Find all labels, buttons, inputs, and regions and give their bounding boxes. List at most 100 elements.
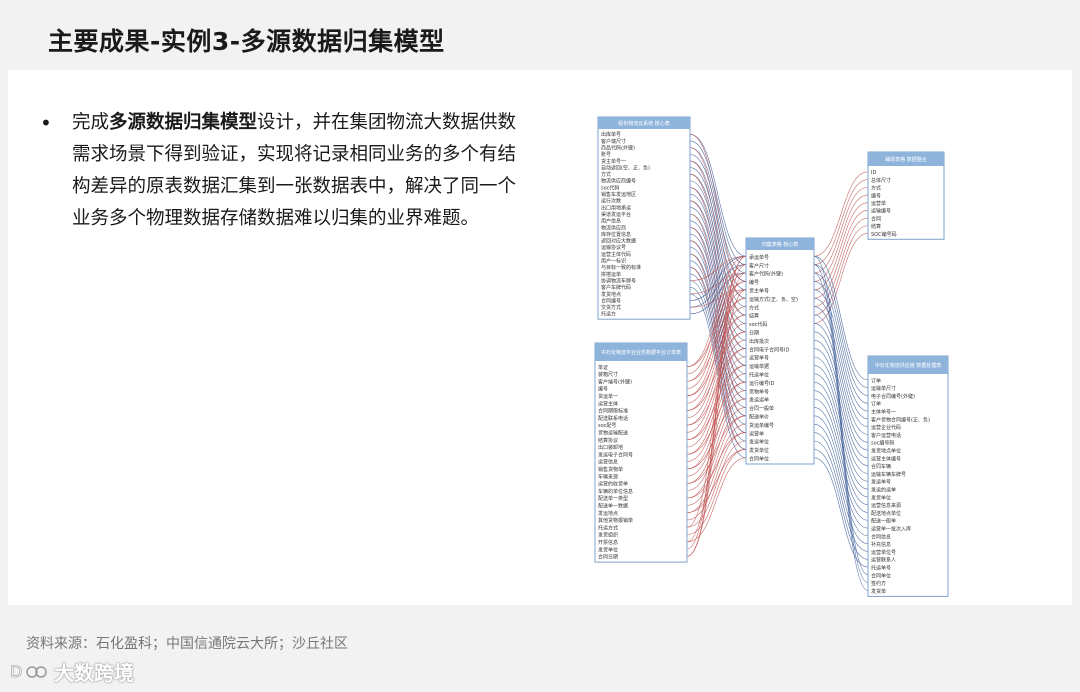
table-bottom-right: 中石化物流供应链 数据处理表订单运输单尺寸电子合同编号(外键)订单主体单号一客户… <box>867 355 949 597</box>
table-field: 运营主体 <box>598 400 618 407</box>
table-field: 运输编号 <box>871 208 891 215</box>
relationship-link <box>813 217 869 307</box>
table-field: 发运电子合同号 <box>598 451 633 458</box>
table-top-right: 辅助表格 数据整合 ID总体尺寸方式编号运营单运输编号合同结算SOC编号码 <box>867 151 945 240</box>
table-field: ID <box>871 170 876 176</box>
relationship-link <box>813 432 869 544</box>
table-field: 出库批次 <box>749 338 769 345</box>
table-field: 装箱尺寸 <box>598 371 618 378</box>
table-field: 发货单位 <box>871 494 891 501</box>
relationship-link <box>686 440 747 528</box>
table-top-left: 股份物流云系统 核心表出库单号客户端尺寸商品代码(外键)账号货主单号一自动返回(… <box>597 116 691 320</box>
table-field: 物流供应商编号 <box>601 178 636 185</box>
relationship-link <box>813 440 869 552</box>
table-field: 货运单一 <box>598 393 618 400</box>
table-field: 协调物流车牌号 <box>601 277 636 284</box>
table-field: 货物运输配送 <box>598 430 628 437</box>
table-field: 客户代码(外键) <box>749 271 783 278</box>
table-field: 拼搭运单 <box>601 271 621 278</box>
relationship-link <box>813 171 869 257</box>
table-field: 方式 <box>749 304 759 311</box>
table-field: 合同编号 <box>601 297 621 304</box>
table-field: 运输车辆车牌号 <box>871 471 906 478</box>
table-field: 物流供应商 <box>601 224 626 231</box>
table-field: 合同 <box>871 215 881 222</box>
table-field: 货运单编号 <box>749 422 774 429</box>
table-field: 合同车辆 <box>871 463 891 470</box>
table-field: 发运运单 <box>749 397 769 404</box>
table-field: 运营主体编号 <box>871 455 901 462</box>
table-field: 运营单号 <box>749 355 769 362</box>
data-model-diagram: 股份物流云系统 核心表出库单号客户端尺寸商品代码(外键)账号货主单号一自动返回(… <box>594 116 949 597</box>
table-field: 货主单号一 <box>601 158 626 165</box>
table-field: 配送单一数据 <box>598 503 628 510</box>
table-field: 运输方式(正、负、空) <box>749 296 798 303</box>
table-field: soc编号码 <box>871 440 894 447</box>
table-field: 编号 <box>749 279 759 286</box>
table-field: 总体尺寸 <box>871 177 891 184</box>
table-field: 主体单号一 <box>871 409 896 416</box>
table-title: 归集表格 核心表 <box>762 241 799 248</box>
table-field: 配送单一类型 <box>598 495 628 502</box>
relationship-link <box>813 202 869 291</box>
table-title: 中石化物流平台业务数据平台订单表 <box>601 349 681 356</box>
table-field: 运营单 <box>871 200 886 207</box>
table-field: 结算 <box>871 223 881 230</box>
table-field: 发运地点 <box>598 510 618 517</box>
relationship-link <box>813 423 869 537</box>
table-field: 单证 <box>598 364 608 371</box>
table-field: 车辆的单位信息 <box>598 488 633 495</box>
relationship-link <box>813 272 869 396</box>
table-field: 合同一般单 <box>749 405 774 412</box>
table-field: 客户运营电话 <box>871 432 901 439</box>
table-field: 电子合同编号(外键) <box>871 393 915 400</box>
table-field: 交货方式 <box>601 304 621 311</box>
table-field: 补充信息 <box>871 541 891 548</box>
source-note: 资料来源：石化盈科；中国信通院云大所；沙丘社区 <box>26 636 348 652</box>
table-field: 合同单位 <box>871 572 891 579</box>
table-field: 自动返回(空、正、负) <box>601 164 650 171</box>
relationship-link <box>813 255 869 576</box>
table-field: 编号 <box>598 386 608 393</box>
table-field: soc代码 <box>601 184 619 191</box>
table-field: 客户端尺寸 <box>601 138 626 145</box>
relationship-link <box>689 193 747 333</box>
table-field: 客户尺寸 <box>749 262 769 269</box>
table-field: 托运方式 <box>598 524 618 531</box>
table-field: 运营单 <box>749 430 764 437</box>
relationship-link <box>813 306 869 427</box>
relationship-link <box>686 449 747 535</box>
table-field: 发货地点 <box>601 291 621 298</box>
relationship-link <box>689 180 747 316</box>
table-field: 车辆来源 <box>598 473 618 480</box>
table-field: 运营的收货单 <box>598 481 628 488</box>
table-field: 运营主体代码 <box>601 251 631 258</box>
table-field: 合同电子合同号ID <box>749 346 789 353</box>
table-field: 运营单一批次入库 <box>871 526 911 533</box>
table-field: 出口用地承运 <box>601 204 631 211</box>
table-field: 运输协议号 <box>601 244 626 251</box>
table-field: 托运方 <box>601 311 616 318</box>
table-field: SOC编号码 <box>871 231 897 238</box>
table-group: 股份物流云系统 核心表出库单号客户端尺寸商品代码(外键)账号货主单号一自动返回(… <box>594 116 949 597</box>
watermark-text: 大数跨境 <box>54 660 134 685</box>
table-title: 中石化物流供应链 数据处理表 <box>875 362 942 369</box>
table-field: 返回对应大数据 <box>601 238 636 245</box>
table-field: 出库单号 <box>601 131 621 138</box>
relationship-link <box>813 289 869 412</box>
relationship-link <box>813 210 869 299</box>
table-field: 签约方 <box>871 580 886 587</box>
table-field: 用户一标识 <box>601 258 626 265</box>
table-field: 与目标一致的标准 <box>601 264 641 271</box>
table-field: 库存位置信息 <box>601 231 631 238</box>
table-field: 结算协议 <box>598 437 618 444</box>
table-field: 发货地点单位 <box>871 448 901 455</box>
table-field: 方式 <box>871 185 881 192</box>
relationship-link <box>813 449 869 560</box>
table-field: 运营企业代码 <box>871 424 901 431</box>
table-field: 客户端号(外键) <box>598 378 632 385</box>
table-field: 用户信息 <box>601 218 621 225</box>
table-field: 合同单位 <box>749 456 769 463</box>
watermark-logo-icon: D <box>10 662 47 681</box>
table-field: 运输单尺寸 <box>871 385 896 392</box>
